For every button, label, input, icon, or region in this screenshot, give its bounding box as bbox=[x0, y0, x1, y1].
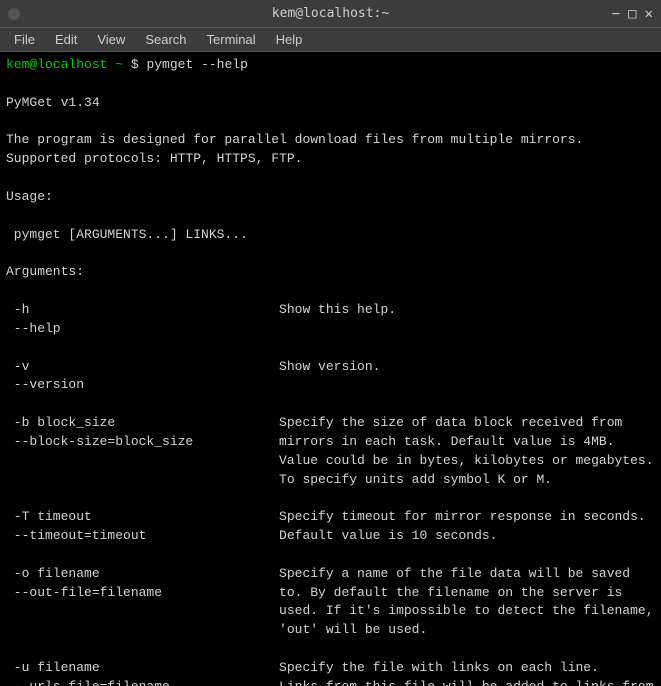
title-bar: kem@localhost:~ − □ ✕ bbox=[0, 0, 661, 28]
menu-search[interactable]: Search bbox=[135, 30, 196, 49]
window-dot[interactable] bbox=[8, 8, 20, 20]
maximize-icon[interactable]: □ bbox=[628, 6, 636, 22]
window-title: kem@localhost:~ bbox=[272, 6, 389, 21]
menu-bar: File Edit View Search Terminal Help bbox=[0, 28, 661, 52]
menu-help[interactable]: Help bbox=[266, 30, 313, 49]
menu-terminal[interactable]: Terminal bbox=[197, 30, 266, 49]
close-icon[interactable]: ✕ bbox=[645, 6, 653, 22]
terminal-body[interactable]: kem@localhost ~ $ pymget --help PyMGet v… bbox=[0, 52, 661, 686]
title-bar-right: − □ ✕ bbox=[612, 6, 653, 22]
minimize-icon[interactable]: − bbox=[612, 6, 620, 22]
menu-view[interactable]: View bbox=[87, 30, 135, 49]
menu-file[interactable]: File bbox=[4, 30, 45, 49]
menu-edit[interactable]: Edit bbox=[45, 30, 87, 49]
title-bar-left bbox=[8, 8, 20, 20]
